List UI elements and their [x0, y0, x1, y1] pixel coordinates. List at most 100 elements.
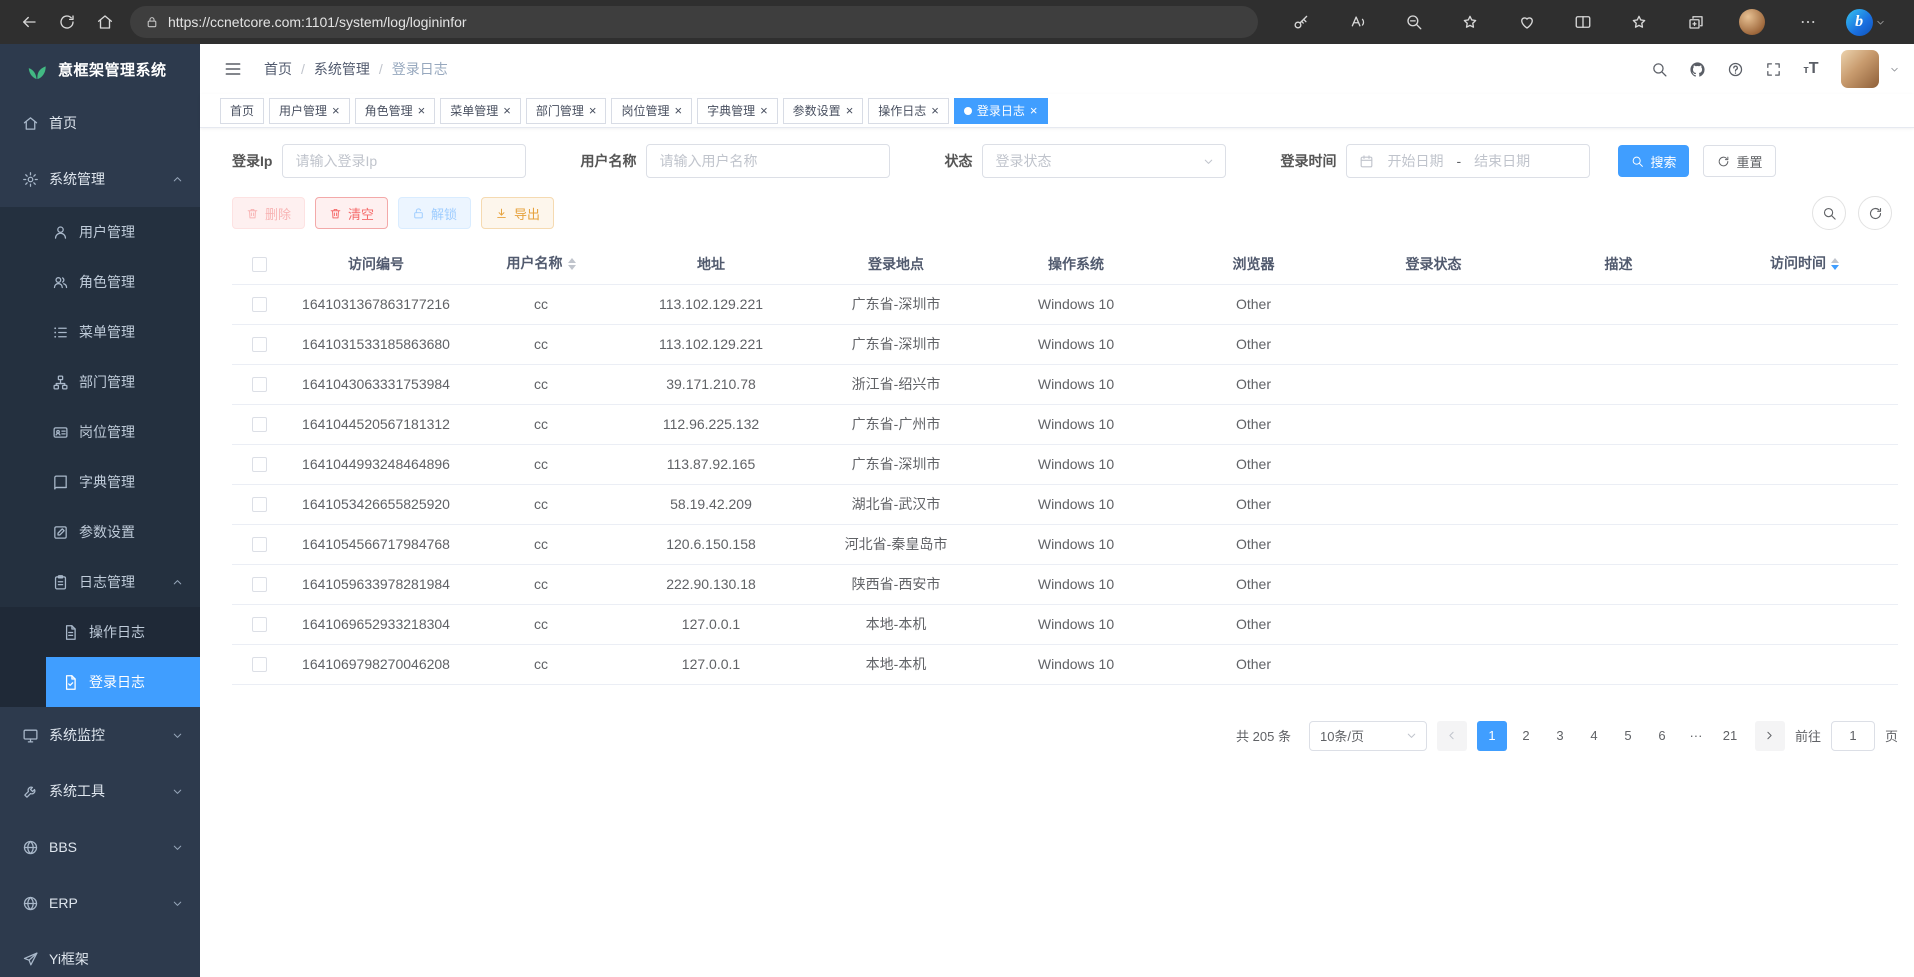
row-checkbox[interactable] — [252, 617, 267, 632]
close-icon[interactable]: × — [846, 104, 854, 117]
tab-menu-management[interactable]: 菜单管理× — [440, 98, 521, 124]
sidebar-item-yi-framework[interactable]: Yi框架 — [0, 931, 200, 977]
bing-copilot-button[interactable]: b — [1846, 5, 1886, 39]
browser-address-bar[interactable]: https://ccnetcore.com:1101/system/log/lo… — [130, 6, 1258, 38]
page-button-2[interactable]: 2 — [1511, 721, 1541, 751]
row-checkbox[interactable] — [252, 457, 267, 472]
sidebar-item-erp[interactable]: ERP — [0, 875, 200, 931]
sidebar-item-home[interactable]: 首页 — [0, 95, 200, 151]
browser-essentials-icon[interactable] — [1508, 5, 1546, 39]
read-aloud-icon[interactable] — [1339, 5, 1377, 39]
reset-button[interactable]: 重置 — [1703, 145, 1776, 177]
row-checkbox[interactable] — [252, 417, 267, 432]
sidebar-item-dept-management[interactable]: 部门管理 — [0, 357, 200, 407]
refresh-table-button[interactable] — [1858, 196, 1892, 230]
sidebar-item-bbs[interactable]: BBS — [0, 819, 200, 875]
toggle-search-button[interactable] — [1812, 196, 1846, 230]
goto-page-input[interactable] — [1831, 721, 1875, 751]
tab-user-management[interactable]: 用户管理× — [269, 98, 350, 124]
page-button-1[interactable]: 1 — [1477, 721, 1507, 751]
split-screen-icon[interactable] — [1564, 5, 1602, 39]
close-icon[interactable]: × — [503, 104, 511, 117]
breadcrumb-home[interactable]: 首页 — [264, 59, 292, 79]
zoom-out-icon[interactable] — [1395, 5, 1433, 39]
row-checkbox[interactable] — [252, 657, 267, 672]
page-button-5[interactable]: 5 — [1613, 721, 1643, 751]
next-page-button[interactable] — [1755, 721, 1785, 751]
sidebar-item-operation-log[interactable]: 操作日志 — [0, 607, 200, 657]
col-username[interactable]: 用户名称 — [466, 244, 616, 284]
browser-home-button[interactable] — [86, 5, 124, 39]
sidebar-toggle-button[interactable] — [216, 52, 250, 86]
status-select[interactable]: 登录状态 — [982, 144, 1226, 178]
browser-settings-icon[interactable] — [1789, 5, 1827, 39]
sidebar-item-system-monitor[interactable]: 系统监控 — [0, 707, 200, 763]
sidebar-item-system-management[interactable]: 系统管理 — [0, 151, 200, 207]
clear-button[interactable]: 清空 — [315, 197, 388, 229]
page-button-21[interactable]: 21 — [1715, 721, 1745, 751]
select-all-checkbox[interactable] — [252, 257, 267, 272]
tab-operation-log[interactable]: 操作日志× — [868, 98, 949, 124]
tab-role-management[interactable]: 角色管理× — [355, 98, 436, 124]
row-checkbox[interactable] — [252, 537, 267, 552]
favorites-icon[interactable] — [1620, 5, 1658, 39]
sidebar-item-login-log[interactable]: 登录日志 — [0, 657, 200, 707]
unlock-button[interactable]: 解锁 — [398, 197, 471, 229]
tab-login-log[interactable]: 登录日志× — [954, 98, 1048, 124]
sidebar-item-post-management[interactable]: 岗位管理 — [0, 407, 200, 457]
export-button[interactable]: 导出 — [481, 197, 554, 229]
tab-param-settings[interactable]: 参数设置× — [783, 98, 864, 124]
browser-profile-avatar[interactable] — [1733, 5, 1771, 39]
close-icon[interactable]: × — [332, 104, 340, 117]
more-pages-button[interactable]: ··· — [1681, 721, 1711, 751]
search-button[interactable]: 搜索 — [1618, 145, 1689, 177]
sidebar-item-user-management[interactable]: 用户管理 — [0, 207, 200, 257]
close-icon[interactable]: × — [760, 104, 768, 117]
login-ip-input[interactable] — [282, 144, 526, 178]
tab-home[interactable]: 首页 — [220, 98, 264, 124]
row-checkbox[interactable] — [252, 337, 267, 352]
favorite-add-icon[interactable] — [1451, 5, 1489, 39]
tab-post-management[interactable]: 岗位管理× — [611, 98, 692, 124]
header-search-button[interactable] — [1643, 53, 1675, 85]
sidebar-item-param-settings[interactable]: 参数设置 — [0, 507, 200, 557]
prev-page-button[interactable] — [1437, 721, 1467, 751]
row-checkbox[interactable] — [252, 497, 267, 512]
sort-caret-icon[interactable] — [1831, 254, 1839, 274]
close-icon[interactable]: × — [418, 104, 426, 117]
username-input[interactable] — [646, 144, 890, 178]
sidebar-item-system-tools[interactable]: 系统工具 — [0, 763, 200, 819]
row-checkbox[interactable] — [252, 297, 267, 312]
browser-back-button[interactable] — [10, 5, 48, 39]
row-checkbox[interactable] — [252, 577, 267, 592]
row-checkbox[interactable] — [252, 377, 267, 392]
close-icon[interactable]: × — [931, 104, 939, 117]
close-icon[interactable]: × — [1030, 104, 1038, 117]
sidebar-item-menu-management[interactable]: 菜单管理 — [0, 307, 200, 357]
password-key-icon[interactable] — [1282, 5, 1320, 39]
font-size-button[interactable]: тT — [1795, 53, 1827, 85]
sort-caret-icon[interactable] — [568, 254, 576, 274]
tab-dict-management[interactable]: 字典管理× — [697, 98, 778, 124]
page-button-6[interactable]: 6 — [1647, 721, 1677, 751]
date-range-picker[interactable]: 开始日期 - 结束日期 — [1346, 144, 1590, 178]
user-avatar[interactable] — [1841, 50, 1879, 88]
col-visit-time[interactable]: 访问时间 — [1711, 244, 1898, 284]
collections-icon[interactable] — [1677, 5, 1715, 39]
sidebar-item-role-management[interactable]: 角色管理 — [0, 257, 200, 307]
close-icon[interactable]: × — [589, 104, 597, 117]
page-size-select[interactable]: 10条/页 — [1309, 721, 1427, 751]
sidebar-item-log-management[interactable]: 日志管理 — [0, 557, 200, 607]
browser-refresh-button[interactable] — [48, 5, 86, 39]
github-button[interactable] — [1681, 53, 1713, 85]
close-icon[interactable]: × — [674, 104, 682, 117]
help-button[interactable] — [1719, 53, 1751, 85]
breadcrumb-system[interactable]: 系统管理 — [314, 59, 370, 79]
tab-dept-management[interactable]: 部门管理× — [526, 98, 607, 124]
page-button-4[interactable]: 4 — [1579, 721, 1609, 751]
delete-button[interactable]: 删除 — [232, 197, 305, 229]
chevron-down-icon[interactable] — [1889, 64, 1900, 75]
fullscreen-button[interactable] — [1757, 53, 1789, 85]
sidebar-item-dict-management[interactable]: 字典管理 — [0, 457, 200, 507]
page-button-3[interactable]: 3 — [1545, 721, 1575, 751]
